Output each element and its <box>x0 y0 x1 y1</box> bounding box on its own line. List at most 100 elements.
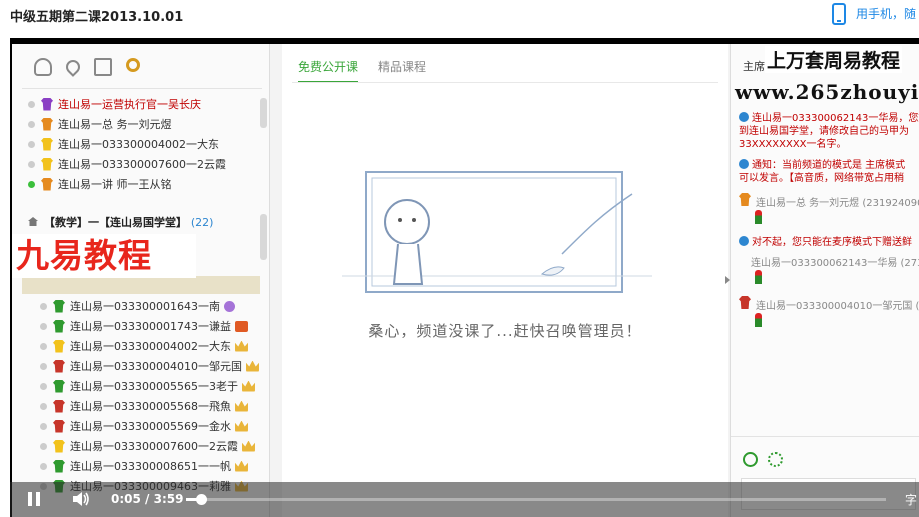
member-list-item[interactable]: 连山易一033300005565一3老于 <box>40 376 259 396</box>
left-panel-toolbar <box>34 57 140 78</box>
member-list-item[interactable]: 连山易一033300001643一南 <box>40 296 259 316</box>
pause-button[interactable] <box>28 492 40 506</box>
chat-message: 连山易一总 务一刘元煜 (2319240908 <box>739 193 919 228</box>
chat-line: 到连山易国学堂，请修改自己的马甲为 <box>739 126 909 137</box>
rose-icon <box>755 313 762 327</box>
user-name: 连山易一033300004002一大东 <box>58 138 219 151</box>
chat-line: 33XXXXXXXX一名字。 <box>739 139 847 150</box>
member-list-item[interactable]: 连山易一033300008651一一帆 <box>40 456 259 476</box>
divider <box>292 82 718 83</box>
admin-list-item[interactable]: 连山易一033300007600一2云霞 <box>28 154 226 174</box>
shirt-icon <box>41 97 53 111</box>
mode-label: 主席 <box>743 60 765 73</box>
top-bar: 中级五期第二课2013.10.01 用手机，随 <box>0 0 919 36</box>
crown-icon <box>234 340 248 352</box>
house-icon <box>28 217 38 226</box>
status-dot <box>40 402 47 410</box>
emoji-icon[interactable] <box>743 452 758 467</box>
group-count: (22) <box>190 216 214 229</box>
chat-line: 连山易一033300062143一华易，您好 <box>752 113 919 124</box>
chat-panel: 主席 上万套周易教程 www.265zhouyi 连山易一03330006214… <box>730 44 919 517</box>
chat-sender: 连山易一033300004010一邹元国 (2 <box>756 301 919 312</box>
user-name: 连山易一033300005565一3老于 <box>70 380 238 393</box>
shirt-icon <box>53 379 65 393</box>
crown-icon <box>234 460 248 472</box>
member-list-item[interactable]: 连山易一033300005568一飛魚 <box>40 396 259 416</box>
shirt-icon <box>739 193 751 206</box>
flower-icon[interactable] <box>768 452 783 467</box>
rose-icon <box>755 270 762 284</box>
user-icon <box>34 58 52 76</box>
shirt-icon <box>41 157 53 171</box>
shirt-icon <box>53 339 65 353</box>
watermark-right-url: www.265zhouyi <box>735 80 919 104</box>
user-name: 连山易一033300008651一一帆 <box>70 460 231 473</box>
admin-list-item[interactable]: 连山易一讲 师一王从铭 <box>28 174 226 194</box>
status-dot <box>40 322 47 330</box>
member-list-item[interactable]: 连山易一033300004010一邹元国 <box>40 356 259 376</box>
shirt-icon <box>41 137 53 151</box>
shirt-icon <box>41 117 53 131</box>
search-icon <box>126 58 140 72</box>
chat-message: 通知：当前频道的模式是 主席模式 可以发言。【高音质，网络带宽占用稍 <box>739 159 919 185</box>
admin-list-item[interactable]: 连山易一033300004002一大东 <box>28 134 226 154</box>
divider <box>731 436 919 437</box>
shirt-icon <box>739 296 751 309</box>
status-dot <box>40 422 47 430</box>
member-list-item[interactable]: 连山易一033300007600一2云霞 <box>40 436 259 456</box>
admin-list-item[interactable]: 连山易一运营执行官一吴长庆 <box>28 94 226 114</box>
user-name: 连山易一033300004002一大东 <box>70 340 231 353</box>
mobile-phone-icon[interactable] <box>832 3 846 25</box>
watermark-left: 九易教程 <box>12 234 196 278</box>
chat-line: 对不起，您只能在麦序模式下赠送鲜 <box>752 237 912 248</box>
duration: 3:59 <box>153 492 184 506</box>
user-name: 连山易一033300005569一金水 <box>70 420 231 433</box>
page-title: 中级五期第二课2013.10.01 <box>10 10 184 25</box>
chat-message: 连山易一033300062143一华易 (2736099 <box>739 257 919 288</box>
shirt-icon <box>53 359 65 373</box>
member-list-item[interactable]: 连山易一033300001743一谦益 <box>40 316 259 336</box>
video-player[interactable]: 连山易一运营执行官一吴长庆连山易一总 务一刘元煜连山易一033300004002… <box>10 38 919 517</box>
course-tabs: 免费公开课 精品课程 <box>298 58 426 83</box>
chat-line: 通知：当前频道的模式是 主席模式 <box>752 160 906 171</box>
subgroup-header <box>22 276 260 294</box>
chat-message: 连山易一033300062143一华易，您好 到连山易国学堂，请修改自己的马甲为… <box>739 112 919 151</box>
watermark-right-title: 上万套周易教程 <box>765 46 903 73</box>
user-list-panel: 连山易一运营执行官一吴长庆连山易一总 务一刘元煜连山易一033300004002… <box>12 44 270 517</box>
status-dot <box>28 180 35 188</box>
progress-thumb[interactable] <box>195 494 207 505</box>
user-name: 连山易一033300005568一飛魚 <box>70 400 231 413</box>
shirt-icon <box>53 399 65 413</box>
member-list-item[interactable]: 连山易一033300005569一金水 <box>40 416 259 436</box>
badge-icon <box>234 320 248 332</box>
shirt-icon <box>53 459 65 473</box>
shirt-icon <box>41 177 53 191</box>
current-time: 0:05 <box>111 492 141 506</box>
user-name: 连山易一讲 师一王从铭 <box>58 178 172 191</box>
member-list-item[interactable]: 连山易一033300004002一大东 <box>40 336 259 356</box>
subtitle-button[interactable]: 字 <box>905 491 917 508</box>
user-name: 连山易一033300004010一邹元国 <box>70 360 242 373</box>
status-dot <box>28 100 35 108</box>
divider <box>22 88 262 89</box>
status-dot <box>40 342 47 350</box>
chat-line: 可以发言。【高音质，网络带宽占用稍 <box>739 173 904 184</box>
admin-list: 连山易一运营执行官一吴长庆连山易一总 务一刘元煜连山易一033300004002… <box>28 94 226 194</box>
progress-bar[interactable] <box>186 494 886 505</box>
user-name: 连山易一总 务一刘元煜 <box>58 118 172 131</box>
admin-list-item[interactable]: 连山易一总 务一刘元煜 <box>28 114 226 134</box>
volume-icon[interactable] <box>72 491 90 507</box>
empty-state-message: 桑心，频道没课了...赶快召唤管理员！ <box>368 322 642 340</box>
shirt-icon <box>53 419 65 433</box>
group-header: 【教学】一【连山易国学堂】 (22) <box>28 214 213 230</box>
status-dot <box>28 120 35 128</box>
status-dot <box>40 362 47 370</box>
status-dot <box>40 442 47 450</box>
mobile-watch-link[interactable]: 用手机，随 <box>856 5 916 22</box>
crown-icon <box>234 420 248 432</box>
time-separator: / <box>145 492 150 506</box>
chat-sender: 连山易一033300062143一华易 (2736099 <box>751 258 919 269</box>
chat-toolbar <box>743 452 783 467</box>
member-list: 连山易一033300001643一南 连山易一033300001743一谦益 连山易… <box>40 296 259 496</box>
time-display: 0:05 / 3:59 <box>111 492 183 506</box>
